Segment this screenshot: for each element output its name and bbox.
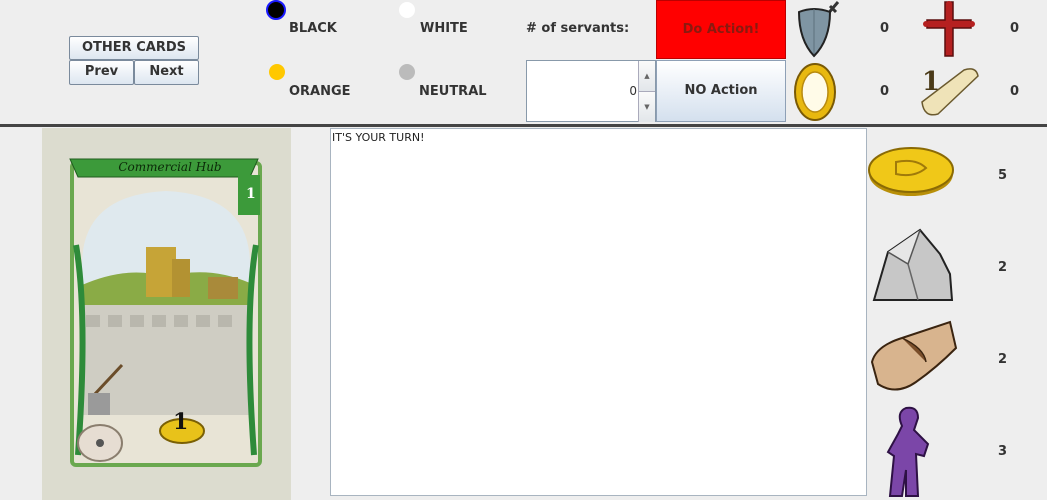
player-orange-label: ORANGE [289,84,351,99]
stone-icon [872,228,954,301]
cross-icon [923,1,975,57]
card-corner-number: 1 [246,186,256,202]
scroll-icon: 1 [921,67,979,116]
mirror-count: 0 [880,84,890,99]
player-black-radio[interactable] [266,0,286,20]
shield-count: 0 [880,21,890,36]
gold-count: 5 [998,168,1008,183]
player-black-label: BLACK [289,21,337,36]
card-coin-value: 1 [173,409,189,435]
stone-count: 2 [998,260,1008,275]
player-neutral-label: NEUTRAL [419,84,487,99]
no-action-button[interactable]: NO Action [656,60,786,122]
card-title: Commercial Hub [118,160,222,174]
log-message: IT'S YOUR TURN! [332,131,425,144]
svg-text:1: 1 [922,67,940,97]
player-orange-radio[interactable] [269,64,285,80]
other-cards-button[interactable]: OTHER CARDS [69,36,199,60]
servants-value[interactable]: 0 [629,84,637,98]
do-action-button[interactable]: Do Action! [656,0,786,59]
player-neutral-radio[interactable] [399,64,415,80]
panel-divider [0,124,1047,127]
message-log[interactable]: IT'S YOUR TURN! [330,128,867,496]
wood-count: 2 [998,352,1008,367]
player-white-radio[interactable] [399,2,415,18]
cross-count: 0 [1010,21,1020,36]
spinner-up-arrow-icon[interactable]: ▲ [638,61,655,92]
player-white-label: WHITE [420,21,468,36]
worker-count: 3 [998,444,1008,459]
scroll-count: 0 [1010,84,1020,99]
prev-button[interactable]: Prev [69,60,134,85]
mirror-icon [794,63,836,121]
shield-sword-icon [797,1,840,58]
next-button[interactable]: Next [134,60,199,85]
worker-meeple-icon [886,406,930,497]
servants-label: # of servants: [526,21,630,36]
wood-icon [870,320,958,391]
gold-coin-icon [868,147,954,196]
servants-spinner[interactable]: 0 ▲ ▼ [526,60,656,122]
spinner-down-arrow-icon[interactable]: ▼ [638,92,655,122]
building-card[interactable] [68,155,264,471]
